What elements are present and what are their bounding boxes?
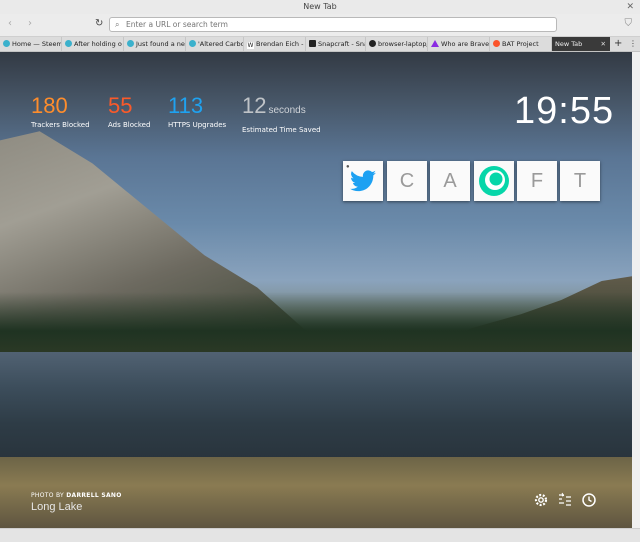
tab[interactable]: 'Altered Carbon [186,37,244,51]
tab-label: Home — Steem [12,40,62,48]
tab[interactable]: W Brendan Eich - V [244,37,306,51]
close-tab-icon[interactable]: ✕ [601,37,606,51]
stat-value: 12 [242,93,267,118]
top-site-tile-steemit[interactable] [474,161,514,201]
photo-credit: PHOTO BY DARRELL SANO Long Lake [31,492,122,513]
stat-value: 113 [168,93,204,118]
reload-icon[interactable]: ↻ [95,18,103,30]
tile-letter: C [399,170,415,192]
stat-label: Trackers Blocked [31,121,90,129]
tab-label: BAT Project [502,40,539,48]
credit-prefix: PHOTO BY [31,492,65,499]
forward-icon[interactable]: › [28,18,32,30]
steemit-favicon-icon [189,40,196,47]
tab-label: browser-laptop/ [378,40,428,48]
top-site-tile-twitter[interactable]: ● [343,161,383,201]
history-icon[interactable] [581,492,597,508]
clock: 19:55 [514,90,615,132]
stat-unit: seconds [268,105,306,116]
top-site-tile-f[interactable]: F [517,161,557,201]
snapcraft-favicon-icon [309,40,316,47]
steemit-favicon-icon [65,40,72,47]
new-tab-icon[interactable]: + [614,37,622,51]
github-favicon-icon [369,40,376,47]
window-title: New Tab [303,2,337,11]
tab-overflow-icon[interactable]: ⋮ [629,37,637,51]
tab[interactable]: BAT Project [490,37,552,51]
navigation-bar: ‹ › ↻ ⌕ ⛉ [0,14,640,37]
tab-label: 'Altered Carbon [198,40,244,48]
top-site-tile-t[interactable]: T [560,161,600,201]
tab[interactable]: Who are Brave/ [428,37,490,51]
search-icon: ⌕ [115,20,120,29]
stat-label: Ads Blocked [108,121,151,129]
url-input[interactable] [126,18,546,31]
tab[interactable]: After holding o [62,37,124,51]
bookmarks-icon[interactable] [557,492,573,508]
url-bar[interactable]: ⌕ [109,17,557,32]
steemit-favicon-icon [127,40,134,47]
tab-label: New Tab [555,40,583,48]
stat-label: HTTPS Upgrades [168,121,227,129]
background-lake [0,352,632,472]
background-treeline [0,292,632,357]
tile-letter: F [530,170,544,192]
stat-trackers: 180 Trackers Blocked [31,93,90,130]
twitter-icon [350,170,376,192]
brave-triangle-favicon-icon [431,40,439,47]
tab-active[interactable]: New Tab ✕ [552,37,610,51]
bat-favicon-icon [493,40,500,47]
top-site-tile-c[interactable]: C [387,161,427,201]
tab[interactable]: Just found a ne [124,37,186,51]
status-bar [0,528,640,542]
tile-letter: T [573,170,587,192]
stat-value: 55 [108,93,133,118]
tab[interactable]: Snapcraft - Snap [306,37,366,51]
tab[interactable]: browser-laptop/ [366,37,428,51]
tab-label: Who are Brave/ [441,40,490,48]
stat-ads: 55 Ads Blocked [108,93,151,130]
stat-https: 113 HTTPS Upgrades [168,93,227,130]
tab-label: Just found a ne [136,40,185,48]
stat-value: 180 [31,93,68,118]
pin-icon[interactable]: ● [346,163,350,171]
settings-icon[interactable] [533,492,549,508]
tab-label: Brendan Eich - V [256,40,306,48]
window-titlebar: New Tab ✕ [0,0,640,14]
top-site-tile-a[interactable]: A [430,161,470,201]
window-close-icon[interactable]: ✕ [626,1,634,13]
stat-label: Estimated Time Saved [242,126,321,134]
steemit-icon [479,166,509,196]
stat-time-saved: 12 seconds Estimated Time Saved [242,93,321,135]
wikipedia-favicon-icon: W [247,42,254,49]
brave-shield-icon[interactable]: ⛉ [625,17,633,31]
tile-letter: A [443,170,457,192]
new-tab-page: 180 Trackers Blocked 55 Ads Blocked 113 … [0,52,632,528]
scrollbar[interactable] [632,52,640,528]
steemit-favicon-icon [3,40,10,47]
credit-place: Long Lake [31,501,83,513]
tab-strip: Home — Steem After holding o Just found … [0,37,640,52]
tab[interactable]: Home — Steem [0,37,62,51]
credit-author: DARRELL SANO [66,492,122,499]
tab-label: Snapcraft - Snap [318,40,365,48]
tab-label: After holding o [74,40,122,48]
back-icon[interactable]: ‹ [8,18,12,30]
